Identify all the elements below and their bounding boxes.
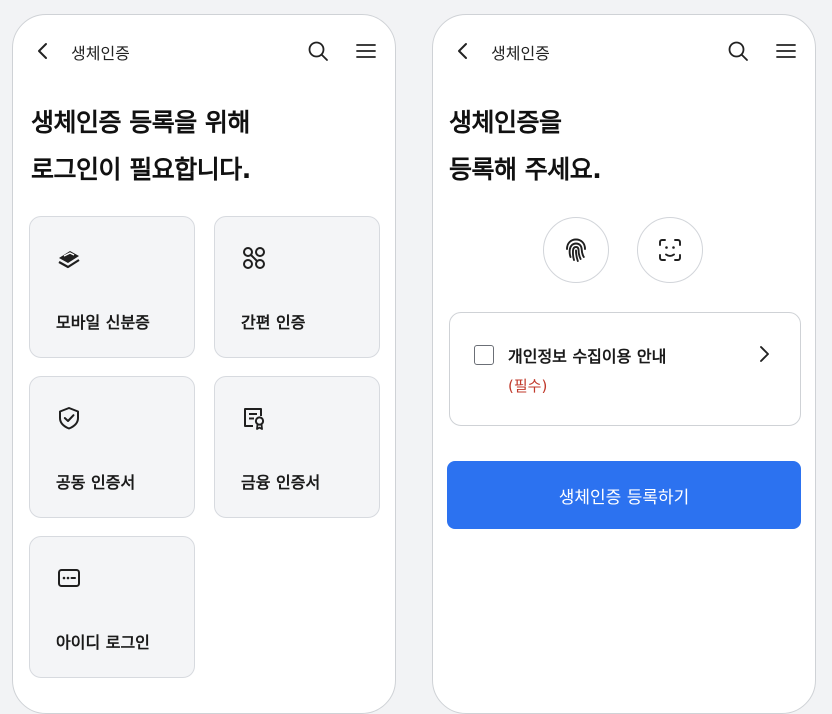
back-button[interactable] bbox=[31, 39, 55, 63]
heading-line-2: 로그인이 필요합니다. bbox=[31, 155, 251, 184]
option-mobile-id[interactable]: 모바일 신분증 bbox=[29, 216, 195, 358]
option-joint-certificate[interactable]: 공동 인증서 bbox=[29, 376, 195, 518]
hamburger-menu-icon bbox=[356, 44, 376, 58]
privacy-consent-checkbox[interactable] bbox=[474, 345, 494, 365]
option-label: 간편 인증 bbox=[241, 313, 306, 332]
option-label: 금융 인증서 bbox=[241, 473, 321, 492]
fingerprint-button[interactable] bbox=[543, 217, 609, 283]
top-bar: 생체인증 bbox=[433, 37, 815, 65]
page-heading: 생체인증을 등록해 주세요. bbox=[449, 99, 602, 193]
page-heading: 생체인증 등록을 위해 로그인이 필요합니다. bbox=[31, 99, 251, 193]
hamburger-menu-icon bbox=[776, 44, 796, 58]
page-title: 생체인증 bbox=[491, 44, 550, 63]
register-biometric-button[interactable]: 생체인증 등록하기 bbox=[447, 461, 801, 529]
menu-button[interactable] bbox=[773, 38, 799, 64]
certificate-icon bbox=[244, 408, 265, 430]
page-title: 생체인증 bbox=[71, 44, 130, 63]
shield-check-icon bbox=[59, 407, 79, 430]
chevron-left-icon bbox=[458, 43, 467, 59]
option-label: 공동 인증서 bbox=[56, 473, 136, 492]
chevron-right-icon bbox=[760, 346, 769, 362]
heading-line-2: 등록해 주세요. bbox=[449, 155, 602, 184]
chevron-left-icon bbox=[38, 43, 47, 59]
face-id-button[interactable] bbox=[637, 217, 703, 283]
search-icon bbox=[728, 41, 748, 61]
search-icon bbox=[308, 41, 328, 61]
heading-line-1: 생체인증을 bbox=[449, 108, 562, 137]
option-simple-auth[interactable]: 간편 인증 bbox=[214, 216, 380, 358]
privacy-consent-box: 개인정보 수집이용 안내 (필수) bbox=[449, 312, 801, 426]
privacy-consent-label[interactable]: 개인정보 수집이용 안내 bbox=[508, 343, 666, 367]
option-label: 아이디 로그인 bbox=[56, 633, 150, 652]
register-screen: 생체인증 생체인증을 등록해 주세요. 개인정보 수집이용 안내 (필수) 생체… bbox=[432, 14, 816, 714]
login-screen: 생체인증 생체인증 등록을 위해 로그인이 필요합니다. 모바일 신분증 간편 … bbox=[12, 14, 396, 714]
option-id-login[interactable]: 아이디 로그인 bbox=[29, 536, 195, 678]
fingerprint-icon bbox=[566, 238, 586, 262]
privacy-detail-button[interactable] bbox=[754, 343, 774, 365]
menu-button[interactable] bbox=[353, 38, 379, 64]
id-login-icon bbox=[58, 569, 80, 587]
heading-line-1: 생체인증 등록을 위해 bbox=[31, 108, 250, 137]
search-button[interactable] bbox=[305, 38, 331, 64]
mobile-id-icon bbox=[58, 251, 80, 269]
top-bar: 생체인증 bbox=[13, 37, 395, 65]
search-button[interactable] bbox=[725, 38, 751, 64]
face-id-icon bbox=[659, 239, 681, 261]
option-financial-certificate[interactable]: 금융 인증서 bbox=[214, 376, 380, 518]
option-label: 모바일 신분증 bbox=[56, 313, 150, 332]
simple-auth-icon bbox=[243, 247, 265, 269]
back-button[interactable] bbox=[451, 39, 475, 63]
required-badge: (필수) bbox=[508, 377, 548, 395]
